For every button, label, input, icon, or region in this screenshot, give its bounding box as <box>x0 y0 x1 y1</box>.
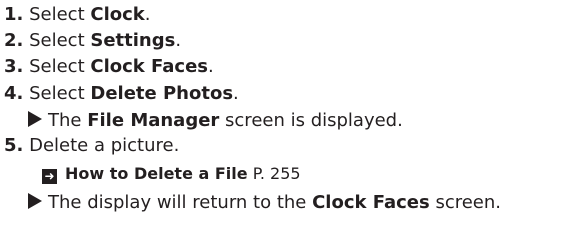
cross-reference[interactable]: ➜ How to Delete a File P. 255 <box>42 166 301 184</box>
screen-name: File Manager <box>87 110 220 131</box>
menu-item-name: Settings <box>90 30 176 51</box>
step-punctuation: . <box>144 4 151 25</box>
step-number: 4. <box>4 83 24 104</box>
step-1: 1. Select Clock. <box>4 6 151 24</box>
step-number: 3. <box>4 56 24 77</box>
step-punctuation: . <box>233 83 239 104</box>
result-arrow-icon <box>28 193 42 209</box>
step-3: 3. Select Clock Faces. <box>4 58 214 76</box>
step-4: 4. Select Delete Photos. <box>4 85 239 103</box>
reference-page[interactable]: P. 255 <box>253 164 301 183</box>
step-text: Select <box>29 56 91 77</box>
menu-item-name: Delete Photos <box>90 83 234 104</box>
instruction-document: 1. Select Clock. 2. Select Settings. 3. … <box>0 0 566 244</box>
menu-item-name: Clock Faces <box>90 56 209 77</box>
reference-title[interactable]: How to Delete a File <box>65 164 248 183</box>
result-text: The <box>48 110 88 131</box>
step-number: 5. <box>4 135 24 156</box>
result-text-end: screen. <box>429 192 502 213</box>
step-number: 1. <box>4 4 24 25</box>
step-text: Delete a picture. <box>29 135 180 156</box>
step-text: Select <box>29 4 91 25</box>
step-5: 5. Delete a picture. <box>4 137 179 155</box>
step-text: Select <box>29 30 91 51</box>
result-arrow-icon <box>28 111 42 127</box>
result-text: The display will return to the <box>48 192 313 213</box>
step-number: 2. <box>4 30 24 51</box>
step-text: Select <box>29 83 91 104</box>
result-line-2: The display will return to the Clock Fac… <box>28 193 501 212</box>
step-punctuation: . <box>175 30 182 51</box>
result-line-1: The File Manager screen is displayed. <box>28 111 403 130</box>
cross-reference-icon: ➜ <box>42 169 57 184</box>
step-punctuation: . <box>208 56 214 77</box>
menu-item-name: Clock <box>90 4 145 25</box>
screen-name: Clock Faces <box>312 192 430 213</box>
result-text-end: screen is displayed. <box>219 110 403 131</box>
step-2: 2. Select Settings. <box>4 32 181 50</box>
